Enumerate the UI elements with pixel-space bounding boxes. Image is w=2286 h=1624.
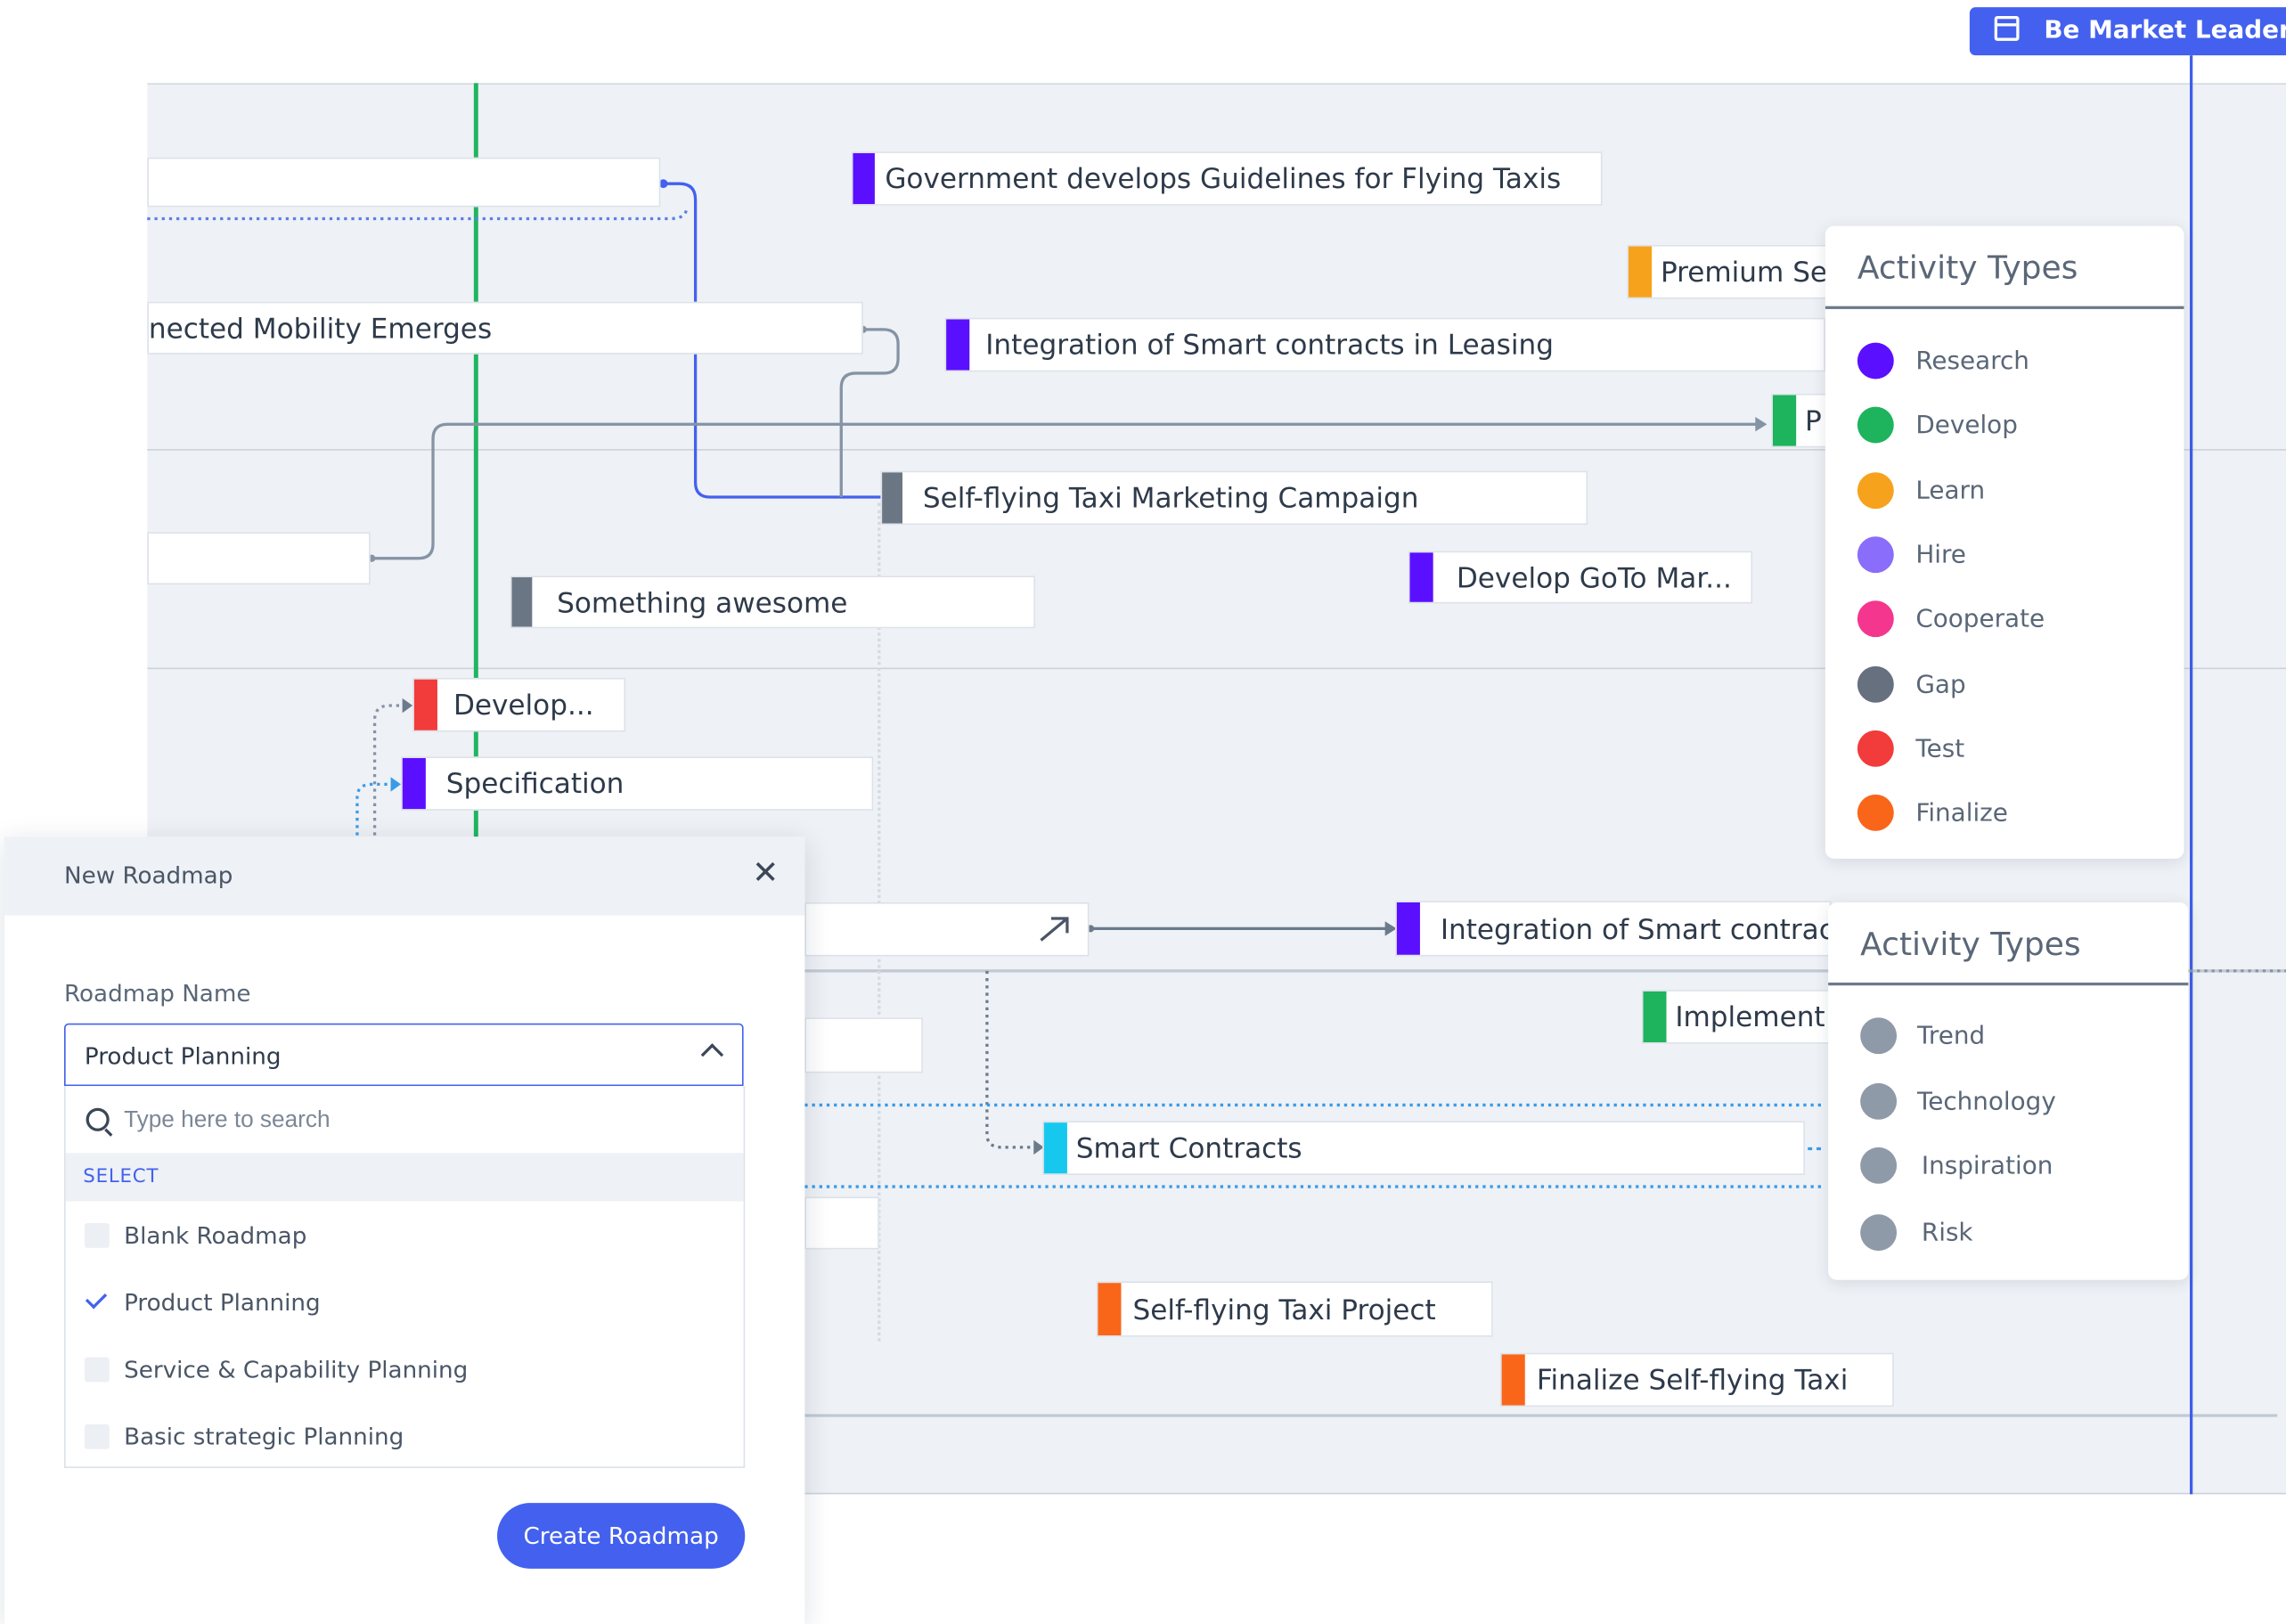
activity-color-bar — [853, 152, 875, 205]
activity-card[interactable]: Specification — [401, 756, 874, 811]
activity-types-legend: Activity Types Research Develop Learn Hire C… — [1825, 225, 2184, 859]
legend-title: Activity Types — [1857, 250, 2078, 288]
activity-color-bar — [1501, 1354, 1525, 1406]
activity-color-bar — [946, 319, 970, 371]
activity-card[interactable]: Implement — [1641, 990, 1832, 1044]
selected-value: Product Planning — [84, 1042, 282, 1071]
activity-types-icon-legend: Activity Types Trend Technology Inspirat… — [1828, 902, 2189, 1280]
activity-color-bar — [1628, 246, 1653, 298]
legend-divider — [1825, 306, 2184, 309]
color-swatch — [1857, 665, 1894, 703]
legend-title: Activity Types — [1860, 926, 2081, 964]
trend-icon — [1860, 1017, 1898, 1055]
dialog-header: New Roadmap ✕ — [4, 836, 805, 916]
select-section-header: SELECT — [65, 1153, 744, 1202]
activity-card[interactable]: Premium Se — [1627, 244, 1832, 299]
activity-color-bar — [1098, 1283, 1122, 1335]
activity-color-bar — [1396, 902, 1420, 955]
activity-card[interactable] — [147, 157, 661, 208]
option-blank-roadmap[interactable]: Blank Roadmap — [66, 1207, 744, 1265]
activity-color-bar — [1772, 395, 1797, 446]
calendar-icon — [1994, 16, 2020, 41]
legend-item-label: Hire — [1915, 541, 1966, 570]
milestone-badge[interactable]: Be Market Leader i — [1969, 7, 2286, 56]
checkbox[interactable] — [84, 1357, 110, 1383]
close-icon[interactable]: ✕ — [747, 856, 785, 894]
color-swatch — [1857, 342, 1894, 379]
inspiration-icon — [1860, 1147, 1898, 1184]
legend-item-label: Finalize — [1915, 798, 2008, 828]
activity-color-bar — [1643, 991, 1667, 1043]
section-label: SELECT — [83, 1166, 159, 1188]
activity-card[interactable]: Something awesome — [510, 575, 1035, 629]
legend-item-label: Research — [1915, 347, 2029, 377]
search-icon — [86, 1107, 110, 1131]
activity-color-bar — [882, 472, 902, 524]
create-roadmap-button[interactable]: Create Roadmap — [497, 1503, 746, 1569]
activity-card[interactable]: Self-flying Taxi Marketing Campaign — [880, 470, 1588, 526]
color-swatch — [1857, 794, 1894, 831]
activity-card[interactable]: Smart Contracts — [1042, 1121, 1805, 1175]
activity-color-bar — [402, 757, 426, 810]
activity-color-bar — [1409, 552, 1433, 602]
activity-card[interactable] — [804, 1196, 879, 1250]
dropdown-search — [65, 1086, 744, 1155]
color-swatch — [1857, 600, 1894, 638]
option-product-planning[interactable]: Product Planning — [66, 1274, 744, 1332]
checkbox[interactable] — [84, 1424, 110, 1449]
roadmap-dropdown: SELECT Blank Roadmap Product Planning Se… — [64, 1086, 746, 1468]
legend-item-label: Develop — [1915, 411, 2018, 441]
activity-card[interactable]: Finalize Self-flying Taxi — [1499, 1352, 1894, 1408]
legend-divider — [1828, 982, 2189, 986]
activity-card[interactable]: nected Mobility Emerges — [147, 301, 863, 355]
legend-item-label: Gap — [1915, 670, 1966, 700]
legend-item-label: Test — [1915, 734, 1965, 764]
color-swatch — [1857, 472, 1894, 510]
option-basic-strategic-planning[interactable]: Basic strategic Planning — [66, 1408, 744, 1466]
legend-item-label: Cooperate — [1915, 605, 2045, 634]
color-swatch — [1857, 536, 1894, 574]
checkmark-icon[interactable] — [85, 1287, 108, 1310]
color-swatch — [1857, 730, 1894, 767]
checkbox[interactable] — [84, 1222, 110, 1248]
new-roadmap-dialog: New Roadmap ✕ Roadmap Name Product Plann… — [4, 836, 805, 1624]
risk-icon — [1860, 1214, 1898, 1252]
activity-card[interactable]: Self-flying Taxi Project — [1096, 1281, 1493, 1337]
activity-card[interactable]: Develop GoTo Mar... — [1408, 551, 1753, 604]
activity-color-bar — [511, 577, 533, 627]
activity-card[interactable] — [147, 532, 371, 585]
activity-color-bar — [1043, 1122, 1067, 1174]
color-swatch — [1857, 406, 1894, 444]
activity-card[interactable]: Government develops Guidelines for Flyin… — [851, 151, 1603, 206]
activity-card[interactable] — [804, 1017, 923, 1073]
roadmap-name-label: Roadmap Name — [64, 979, 251, 1008]
dialog-title: New Roadmap — [64, 861, 233, 890]
activity-card[interactable]: P — [1771, 393, 1830, 448]
search-input[interactable] — [120, 1100, 710, 1142]
technology-icon — [1860, 1082, 1898, 1120]
activity-card[interactable]: Develop... — [412, 677, 626, 732]
legend-item-label: Learn — [1915, 477, 1986, 506]
milestone-label: Be Market Leader i — [2044, 16, 2286, 45]
expand-arrow-icon[interactable] — [1038, 914, 1073, 943]
option-service-capability-planning[interactable]: Service & Capability Planning — [66, 1342, 744, 1400]
activity-color-bar — [413, 679, 437, 730]
chevron-up-icon[interactable] — [700, 1043, 724, 1066]
roadmap-name-select[interactable]: Product Planning — [64, 1023, 744, 1087]
activity-card[interactable]: Integration of Smart contracts in Leasin… — [944, 317, 1825, 372]
activity-card[interactable]: Integration of Smart contrac — [1395, 901, 1832, 957]
